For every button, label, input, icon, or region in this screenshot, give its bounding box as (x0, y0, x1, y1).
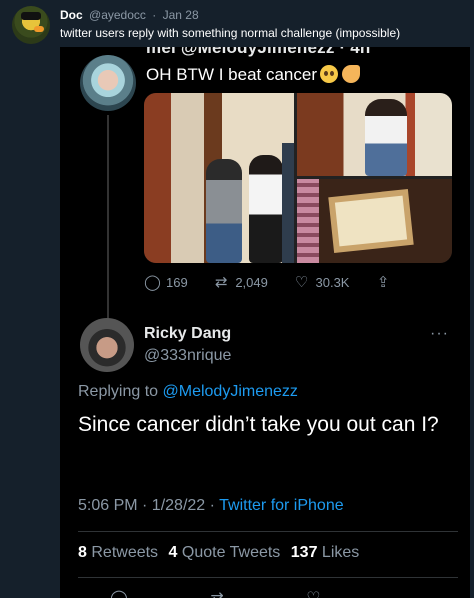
reply-source: Twitter for iPhone (219, 497, 344, 514)
photo-hallway (144, 93, 294, 263)
photo-grid (144, 93, 452, 263)
retweet-icon: ⇄ (210, 588, 223, 598)
retweets-label: Retweets (91, 544, 159, 561)
quotes-label: Quote Tweets (181, 544, 281, 561)
retweet-icon: ⇄ (215, 274, 228, 291)
reply-timestamp: 5:06 PM · 1/28/22 · (78, 497, 215, 514)
retweets-count: 8 (78, 544, 87, 561)
screenshot-attachment[interactable]: mel @MelodyJimenezz · 4h OH BTW I beat c… (60, 47, 470, 598)
share-action: ⇪ (375, 273, 397, 291)
photo-certificate (297, 179, 452, 263)
reply-icon: ◯ (110, 588, 128, 598)
quoted-text-content: OH BTW I beat cancer (146, 65, 317, 84)
share-icon: ⇪ (376, 274, 390, 291)
photo-curtain (297, 179, 319, 263)
flexed-biceps-icon (342, 65, 360, 83)
outer-handle[interactable]: @ayedocc (89, 8, 146, 22)
divider (78, 531, 458, 532)
photo-person (282, 143, 294, 263)
reply-stats: 8 Retweets 4 Quote Tweets 137 Likes (78, 544, 365, 562)
divider (78, 577, 458, 578)
quoted-action-row: ◯ 169 ⇄ 2,049 ♡ 30.3K ⇪ (144, 273, 419, 291)
outer-separator: · (152, 8, 157, 22)
reply-meta: 5:06 PM · 1/28/22 · Twitter for iPhone (78, 497, 344, 515)
reply-body: Since cancer didn’t take you out can I? (78, 413, 439, 436)
likes-label: Likes (321, 544, 360, 561)
thread-line (107, 115, 109, 347)
outer-tweet-text: twitter users reply with something norma… (60, 26, 401, 40)
outer-tweet-header: Doc @ayedocc · Jan 28 (60, 8, 199, 22)
certificate-frame (328, 188, 414, 254)
reply-action-bar: ◯ ⇄ ♡ (110, 588, 399, 598)
reply-handle: @333nrique (144, 347, 232, 364)
photo-person (365, 99, 407, 176)
reply-display-name: Ricky Dang (144, 325, 232, 342)
quotes-count: 4 (168, 544, 178, 561)
reply-icon: ◯ (144, 274, 161, 291)
outer-date[interactable]: Jan 28 (163, 8, 199, 22)
avatar-hat-shape (21, 12, 41, 20)
heart-icon: ♡ (306, 588, 320, 598)
like-action: ♡ 30.3K (294, 273, 350, 291)
photo-person (206, 159, 242, 263)
reply-avatar (80, 318, 134, 372)
reply-action: ◯ 169 (144, 273, 188, 291)
replying-mention: @MelodyJimenezz (162, 383, 298, 400)
retweet-action: ⇄ 2,049 (213, 273, 268, 291)
pleading-face-icon (320, 65, 338, 83)
like-count: 30.3K (315, 275, 350, 290)
avatar-beak-shape (34, 26, 44, 32)
quoted-cut-header: mel @MelodyJimenezz · 4h (146, 47, 371, 57)
replying-prefix: Replying to (78, 383, 159, 400)
more-options-icon: ··· (430, 325, 449, 342)
outer-avatar[interactable] (12, 6, 50, 44)
outer-display-name[interactable]: Doc (60, 8, 83, 22)
quoted-avatar (80, 55, 136, 111)
reply-count: 169 (166, 275, 188, 290)
heart-icon: ♡ (294, 274, 309, 291)
quoted-tweet-text: OH BTW I beat cancer (146, 65, 360, 85)
retweet-count: 2,049 (235, 275, 268, 290)
likes-count: 137 (290, 544, 318, 561)
replying-to: Replying to @MelodyJimenezz (78, 383, 298, 401)
photo-person (249, 155, 283, 263)
photo-posing (297, 93, 452, 176)
